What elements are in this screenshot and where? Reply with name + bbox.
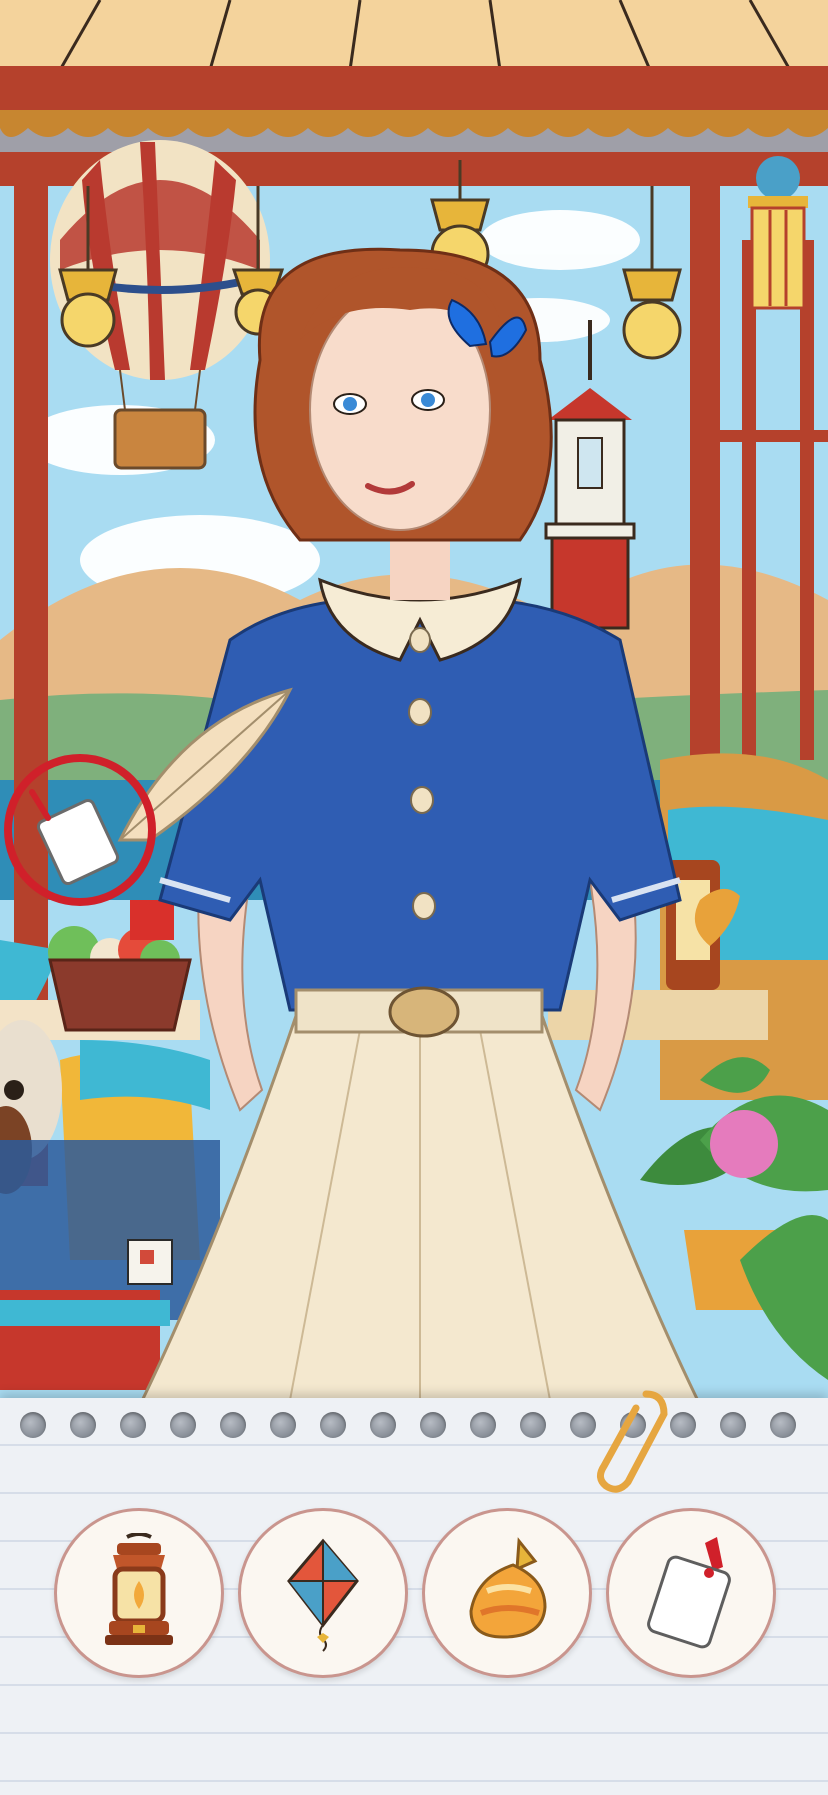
paperclip-icon: [597, 1390, 668, 1493]
item-slot-kite[interactable]: [238, 1508, 408, 1678]
game-scene[interactable]: [0, 0, 828, 1405]
item-slot-lantern[interactable]: [54, 1508, 224, 1678]
lantern-icon: [105, 1533, 173, 1645]
candy-icon: [469, 1537, 547, 1639]
tag-icon: [647, 1537, 731, 1649]
kite-icon: [287, 1538, 359, 1652]
item-slot-candy[interactable]: [422, 1508, 592, 1678]
notebook-binding-holes: [20, 1412, 820, 1442]
item-slot-luggage-tag[interactable]: [606, 1508, 776, 1678]
item-tray: [0, 1390, 828, 1795]
